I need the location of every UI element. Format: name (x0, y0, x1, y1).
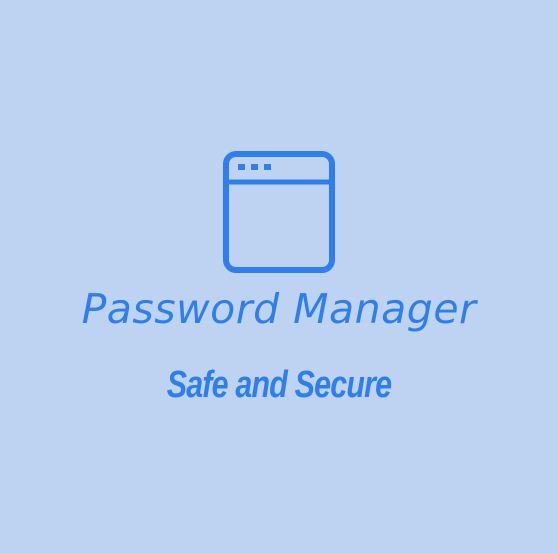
browser-window-icon (223, 151, 335, 273)
logo: Password Manager Safe and Secure (0, 0, 558, 553)
logo-title: Password Manager (81, 285, 477, 333)
logo-tagline: Safe and Secure (166, 364, 392, 406)
